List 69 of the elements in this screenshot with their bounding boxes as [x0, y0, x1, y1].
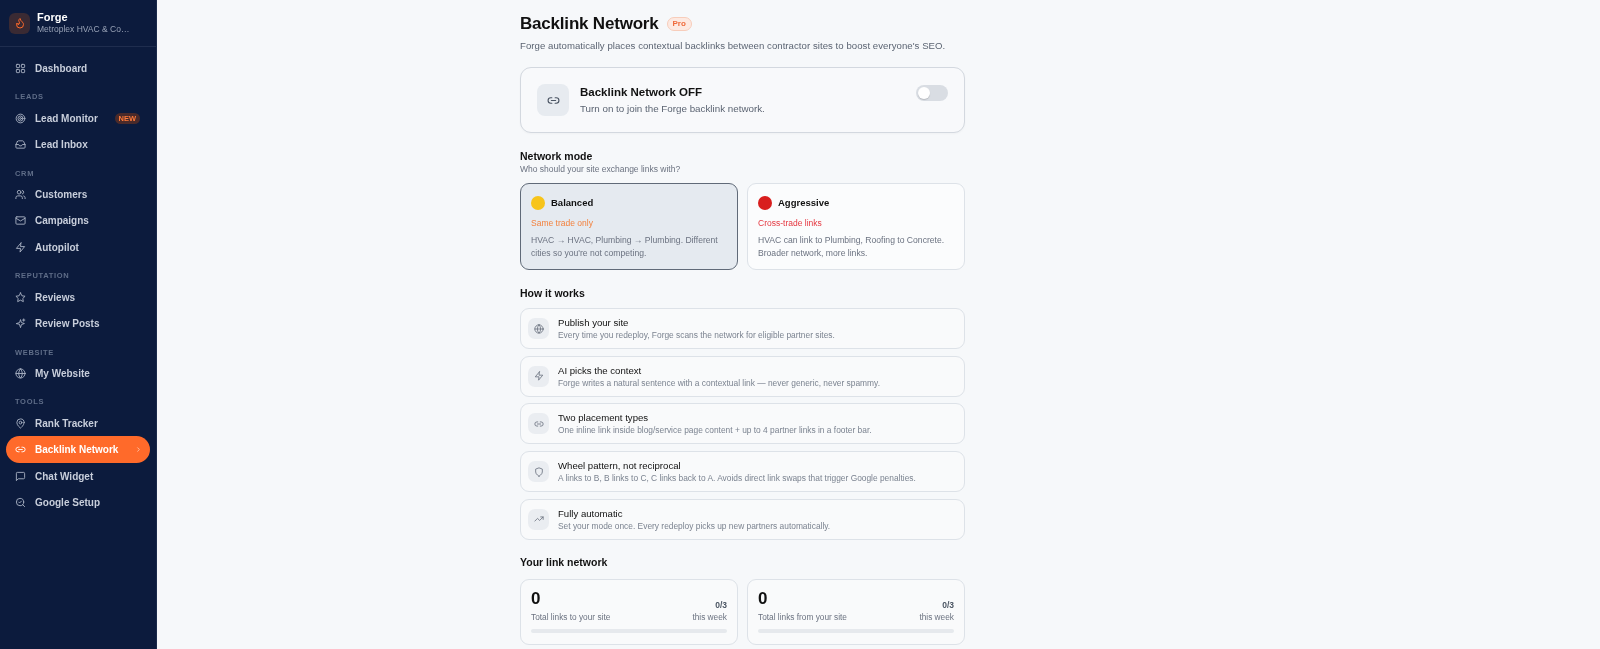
mode-option-card[interactable]: Balanced Same trade only HVAC → HVAC, Plumbing → Plumbing. Different cities so you're not competing. [520, 183, 738, 270]
option-title: Aggressive [778, 195, 830, 210]
stat-value: 0 [758, 588, 769, 609]
toggle-switch[interactable] [916, 85, 948, 101]
step-description: A links to B, B links to C, C links back to A. Avoids direct link swaps that trigger Google penalties. [558, 472, 916, 485]
envelope-icon [15, 215, 26, 227]
globe-icon [15, 367, 26, 379]
flame-icon [9, 12, 30, 34]
step-title: Fully automatic [558, 506, 624, 520]
weekly-count: 0/3 [714, 598, 727, 611]
step-description: Forge writes a natural sentence with a contextual link — never generic, never spammy. [558, 376, 880, 389]
nav-item[interactable]: Autopilot [6, 234, 150, 261]
shield-icon [528, 461, 549, 483]
search-icon [15, 497, 26, 509]
stat-label: Total links from your site [758, 610, 847, 623]
link-icon [528, 413, 549, 435]
nav-item[interactable]: Dashboard [6, 55, 150, 82]
section-subtitle: Who should your site exchange links with? [520, 163, 682, 175]
option-title: Balanced [551, 195, 594, 210]
link-icon [537, 84, 569, 116]
step-description: Set your mode once. Every redeploy picks up new partners automatically. [558, 519, 831, 532]
grid-icon [15, 62, 26, 74]
stat-label: Total links to your site [531, 610, 611, 623]
step-title: Wheel pattern, not reciprocal [558, 459, 682, 473]
option-description: HVAC → HVAC, Plumbing → Plumbing. Different cities so you're not competing. [531, 233, 719, 260]
star-icon [15, 291, 26, 303]
weekly-period: this week [692, 610, 727, 623]
target-icon [15, 112, 26, 124]
page-subtitle: Forge automatically places contextual backlinks between contractor sites to boost everyone's SEO. [520, 38, 947, 52]
stat-value: 0 [531, 588, 542, 609]
step-title: Two placement types [558, 411, 650, 425]
lightning-icon [528, 365, 549, 387]
trend-arrow-icon [528, 508, 549, 530]
section-title: How it works [520, 286, 586, 300]
weekly-count: 0/3 [941, 598, 954, 611]
lightning-icon [15, 241, 26, 253]
option-tagline: Cross-trade links [758, 217, 823, 229]
mode-option-card[interactable]: Aggressive Cross-trade links HVAC can link to Plumbing, Roofing to Concrete. Broader network, more links. [747, 183, 965, 270]
map-pin-icon [15, 417, 26, 429]
nav-item[interactable]: Campaigns [6, 207, 150, 235]
inbox-icon [15, 139, 26, 151]
sparkle-icon [15, 318, 26, 330]
step-description: Every time you redeploy, Forge scans the network for eligible partner sites. [558, 329, 835, 341]
chevron-icon [135, 446, 142, 454]
step-title: Publish your site [558, 316, 630, 329]
toggle-description: Turn on to join the Forge backlink network. [580, 102, 765, 115]
nav-item[interactable]: Lead Inbox [6, 131, 150, 158]
nav-item[interactable]: Customers [6, 181, 150, 208]
nav-item[interactable]: My Website [6, 360, 150, 387]
section-title: Your link network [520, 554, 609, 569]
chat-bubble-icon [15, 470, 26, 482]
brand-name: Forge [37, 11, 69, 24]
step-title: AI picks the context [558, 363, 643, 377]
nav-item[interactable]: Chat Widget [6, 463, 150, 490]
workspace-name: Metroplex HVAC & Co… [37, 24, 130, 35]
option-tagline: Same trade only [531, 217, 594, 229]
nav-item[interactable]: Rank Tracker [6, 410, 150, 437]
users-icon [15, 188, 26, 200]
nav-item[interactable]: Google Setup [6, 489, 150, 516]
section-title: Network mode [520, 149, 594, 163]
page-title: Backlink Network [520, 14, 659, 34]
globe-icon [528, 318, 549, 339]
weekly-period: this week [919, 610, 954, 623]
step-description: One inline link inside blog/service page content + up to 4 partner links in a footer bar. [558, 424, 872, 437]
plan-badge: Pro [666, 17, 692, 31]
toggle-title: Backlink Network OFF [580, 85, 704, 100]
nav-item[interactable]: Reviews [6, 283, 150, 311]
option-description: HVAC can link to Plumbing, Roofing to Concrete. Broader network, more links. [758, 233, 946, 260]
nav-item[interactable]: Review Posts [6, 310, 150, 337]
